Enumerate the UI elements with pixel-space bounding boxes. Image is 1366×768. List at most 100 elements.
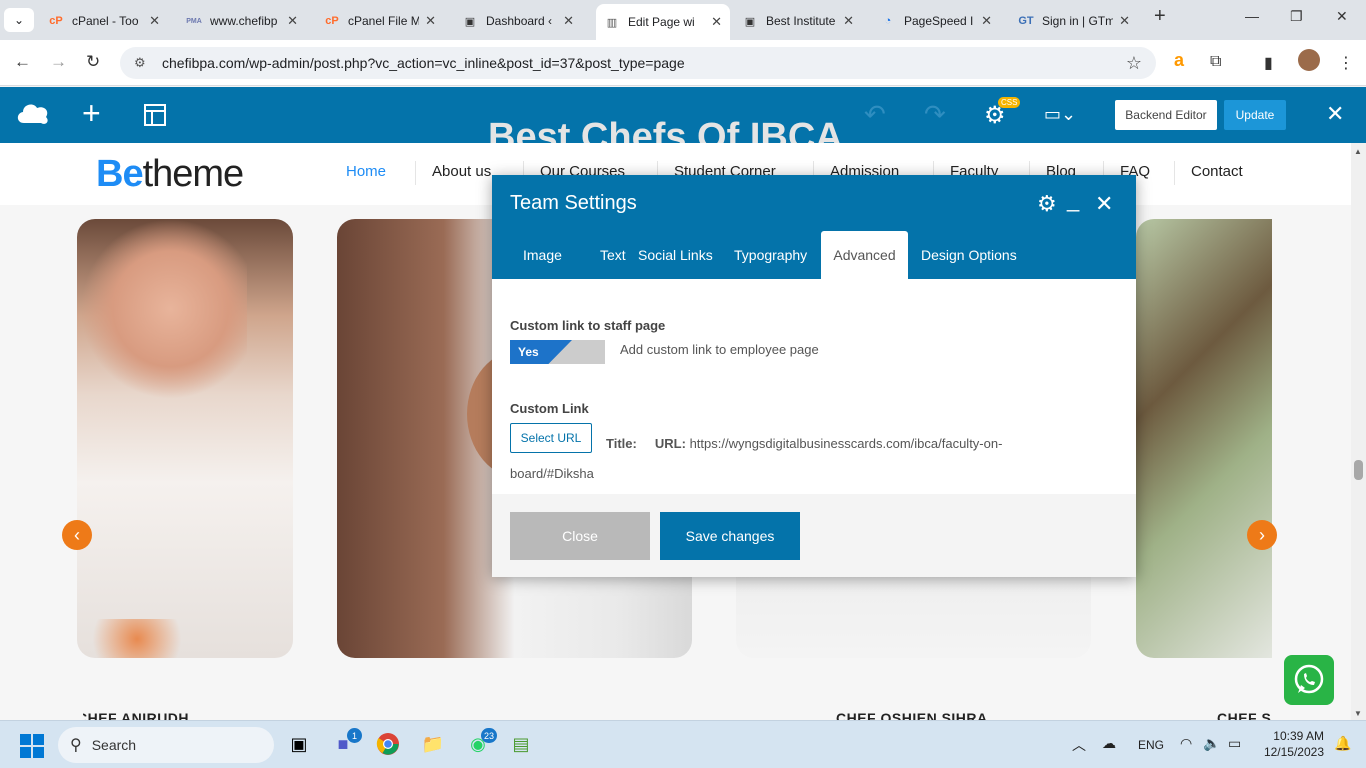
custom-link-label: Custom Link <box>510 401 589 416</box>
custom-link-toggle[interactable]: Yes <box>510 340 605 364</box>
address-bar[interactable]: ⚙ chefibpa.com/wp-admin/post.php?vc_acti… <box>120 47 1156 79</box>
templates-icon[interactable] <box>143 103 167 127</box>
dialog-tab-image[interactable]: Image <box>510 231 575 279</box>
chrome-menu-icon[interactable]: ⋮ <box>1338 53 1354 73</box>
bookmark-star-icon[interactable]: ☆ <box>1126 53 1142 74</box>
browser-tab[interactable]: PMA www.chefibp ✕ <box>178 6 306 36</box>
carousel-prev-icon[interactable]: ‹ <box>62 520 92 550</box>
chef-name: CHEF ANIRUDH <box>77 710 190 720</box>
responsive-view-icon[interactable]: ▭⌄ <box>1044 104 1076 125</box>
cpanel-icon: cP <box>49 15 63 27</box>
save-changes-button[interactable]: Save changes <box>660 512 800 560</box>
close-tab-icon[interactable]: ✕ <box>981 13 992 29</box>
dialog-settings-gear-icon[interactable]: ⚙ <box>1037 191 1057 217</box>
onedrive-icon[interactable]: ☁ <box>1102 735 1116 752</box>
close-tab-icon[interactable]: ✕ <box>843 13 854 29</box>
close-tab-icon[interactable]: ✕ <box>711 14 722 30</box>
nav-item-about-us[interactable]: About us <box>432 163 491 180</box>
close-tab-icon[interactable]: ✕ <box>425 13 436 29</box>
dialog-header: Team Settings ⚙ _ ✕ Image Text Social Link… <box>492 175 1136 279</box>
site-settings-icon[interactable]: ⚙ <box>134 55 150 71</box>
browser-tab[interactable]: ▣ Dashboard ‹ ✕ <box>454 6 582 36</box>
teams-icon[interactable]: ■ 1 <box>330 728 362 757</box>
chef-name: CHEF S <box>1217 710 1272 720</box>
back-icon[interactable]: ← <box>14 52 31 72</box>
close-window-button[interactable]: ✕ <box>1336 8 1348 25</box>
minimize-dialog-icon[interactable]: _ <box>1067 187 1079 213</box>
clock-time[interactable]: 10:39 AM <box>1270 729 1324 743</box>
chrome-taskbar-icon[interactable] <box>375 731 401 757</box>
chef-photo-card[interactable] <box>77 219 293 658</box>
show-hidden-icons-icon[interactable]: ︿ <box>1072 735 1086 755</box>
redo-icon[interactable]: ↷ <box>924 99 946 130</box>
close-tab-icon[interactable]: ✕ <box>287 13 298 29</box>
nav-item-contact[interactable]: Contact <box>1191 163 1243 180</box>
dialog-footer: Close Save changes <box>492 494 1136 577</box>
app-taskbar-icon[interactable]: ▤ <box>508 731 534 757</box>
whatsapp-icon <box>1294 664 1324 694</box>
dialog-tab-design-options[interactable]: Design Options <box>908 231 1030 279</box>
chef-photo-card[interactable] <box>1136 219 1272 658</box>
wifi-icon[interactable]: ◠ <box>1180 735 1192 752</box>
tab-search-dropdown[interactable]: ⌄ <box>4 8 34 32</box>
browser-tab[interactable]: GT Sign in | GTm ✕ <box>1010 6 1138 36</box>
volume-icon[interactable]: 🔈 <box>1203 735 1220 752</box>
page-scrollbar[interactable]: ▲ ▼ <box>1351 143 1366 720</box>
file-explorer-icon[interactable]: 📁 <box>420 731 446 757</box>
clock-date[interactable]: 12/15/2023 <box>1258 745 1324 759</box>
forward-icon[interactable]: → <box>50 52 67 72</box>
dialog-tab-advanced[interactable]: Advanced <box>821 231 908 279</box>
close-tab-icon[interactable]: ✕ <box>1119 13 1130 29</box>
title-label: Title: <box>606 436 637 451</box>
add-element-icon[interactable]: + <box>82 95 101 132</box>
close-button[interactable]: Close <box>510 512 650 560</box>
site-logo[interactable]: Betheme <box>96 153 244 196</box>
minimize-button[interactable]: — <box>1245 8 1259 24</box>
browser-tab[interactable]: ◔ PageSpeed I ✕ <box>872 6 1000 36</box>
close-tab-icon[interactable]: ✕ <box>563 13 574 29</box>
browser-tab[interactable]: cP cPanel File M ✕ <box>316 6 444 36</box>
wpbakery-logo-icon[interactable] <box>14 99 52 129</box>
amazon-extension-icon[interactable]: a <box>1174 50 1184 71</box>
taskbar-search-box[interactable]: ⚲ Search <box>58 727 274 763</box>
pagespeed-icon: ◔ <box>884 15 892 27</box>
browser-tab[interactable]: ▣ Best Institute ✕ <box>734 6 862 36</box>
custom-link-staff-label: Custom link to staff page <box>510 318 666 333</box>
tab-title: Sign in | GTm <box>1042 14 1114 28</box>
search-placeholder: Search <box>91 737 137 753</box>
windows-start-icon[interactable] <box>20 734 44 758</box>
browser-tab[interactable]: ▥ Edit Page wi ✕ <box>596 4 730 40</box>
backend-editor-button[interactable]: Backend Editor <box>1115 100 1217 130</box>
update-button[interactable]: Update <box>1224 100 1286 130</box>
link-details: Title: URL: https://wyngsdigitalbusiness… <box>510 429 1070 489</box>
tab-title: Edit Page wi <box>628 15 695 29</box>
side-panel-icon[interactable]: ▮ <box>1264 53 1273 73</box>
battery-icon[interactable]: ▭ <box>1228 735 1241 752</box>
whatsapp-float-button[interactable] <box>1284 655 1334 705</box>
maximize-button[interactable]: ❐ <box>1290 8 1303 25</box>
dialog-tab-social-links[interactable]: Social Links <box>625 231 726 279</box>
close-dialog-icon[interactable]: ✕ <box>1095 191 1113 217</box>
windows-taskbar: ⚲ Search ▣ ■ 1 📁 ◉ 23 ▤ ︿ ☁ ENG ◠ 🔈 ▭ 10:3… <box>0 720 1366 768</box>
extensions-icon[interactable]: ⧉ <box>1210 53 1221 71</box>
task-view-icon[interactable]: ▣ <box>286 731 312 757</box>
toggle-description: Add custom link to employee page <box>620 342 819 357</box>
new-tab-button[interactable]: + <box>1154 5 1166 28</box>
dialog-tab-typography[interactable]: Typography <box>721 231 820 279</box>
browser-tab[interactable]: cP cPanel - Too ✕ <box>40 6 168 36</box>
carousel-next-icon[interactable]: › <box>1247 520 1277 550</box>
language-indicator[interactable]: ENG <box>1138 738 1164 752</box>
tab-title: cPanel - Too <box>72 14 139 28</box>
scrollbar-thumb[interactable] <box>1354 460 1363 480</box>
notifications-bell-icon[interactable]: 🔔 <box>1334 735 1351 752</box>
nav-item-home[interactable]: Home <box>346 163 386 180</box>
close-tab-icon[interactable]: ✕ <box>149 13 160 29</box>
team-settings-dialog: Team Settings ⚙ _ ✕ Image Text Social Link… <box>492 175 1136 577</box>
dashboard-icon: ▣ <box>464 15 476 28</box>
reload-icon[interactable]: ↻ <box>86 52 100 72</box>
whatsapp-taskbar-icon[interactable]: ◉ 23 <box>465 728 497 757</box>
close-editor-icon[interactable]: ✕ <box>1326 101 1344 127</box>
undo-icon[interactable]: ↶ <box>864 99 886 130</box>
profile-avatar[interactable] <box>1298 49 1320 71</box>
tab-title: cPanel File M <box>348 14 420 28</box>
